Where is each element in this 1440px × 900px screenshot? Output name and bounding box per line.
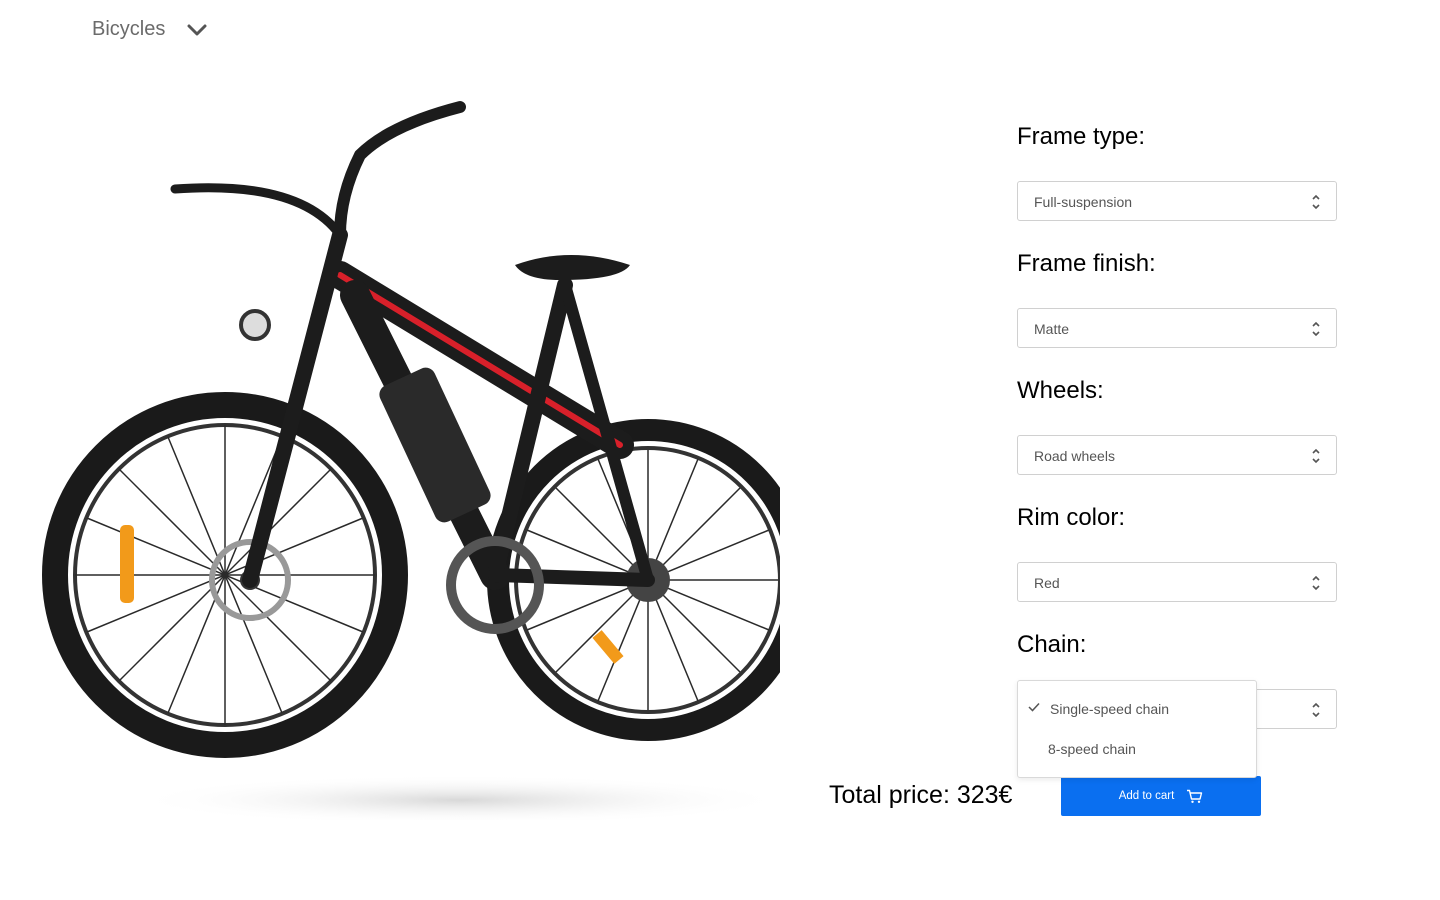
category-dropdown[interactable]: Bicycles (92, 18, 207, 41)
add-to-cart-label: Add to cart (1118, 790, 1175, 802)
check-icon (1028, 702, 1040, 712)
category-label: Bicycles (92, 18, 166, 40)
total-price: Total price: 323€ (829, 781, 1012, 810)
shopping-cart-icon (1187, 789, 1203, 803)
front-wheel (42, 392, 408, 758)
select-arrows-icon (1312, 575, 1320, 591)
chain-option-single-speed[interactable]: Single-speed chain (1018, 689, 1256, 729)
chain-option-8-speed[interactable]: 8-speed chain (1018, 729, 1256, 769)
total-price-amount: 323€ (956, 781, 1013, 809)
frame-finish-select[interactable]: Matte (1017, 308, 1337, 348)
chain-option-label: 8-speed chain (1048, 741, 1136, 757)
frame-type-select[interactable]: Full-suspension (1017, 181, 1337, 221)
select-arrows-icon (1312, 702, 1320, 718)
frame-finish-label: Frame finish: (1017, 250, 1156, 277)
wheels-value: Road wheels (1034, 448, 1115, 464)
rim-color-value: Red (1034, 575, 1060, 591)
chain-dropdown-menu: Single-speed chain 8-speed chain (1017, 680, 1257, 778)
rim-color-select[interactable]: Red (1017, 562, 1337, 602)
chevron-down-icon (187, 24, 207, 35)
frame-type-value: Full-suspension (1034, 194, 1133, 210)
chain-option-label: Single-speed chain (1050, 701, 1170, 717)
wheels-label: Wheels: (1017, 377, 1104, 404)
frame-type-label: Frame type: (1017, 123, 1146, 150)
select-arrows-icon (1312, 448, 1320, 464)
rim-color-label: Rim color: (1017, 504, 1126, 531)
add-to-cart-button[interactable]: Add to cart (1061, 776, 1261, 816)
select-arrows-icon (1312, 321, 1320, 337)
chain-label: Chain: (1017, 631, 1087, 658)
total-price-prefix: Total price: (829, 781, 957, 809)
frame-finish-value: Matte (1034, 321, 1070, 337)
bike-seat (515, 255, 630, 280)
wheels-select[interactable]: Road wheels (1017, 435, 1337, 475)
product-image (42, 101, 780, 820)
select-arrows-icon (1312, 194, 1320, 210)
